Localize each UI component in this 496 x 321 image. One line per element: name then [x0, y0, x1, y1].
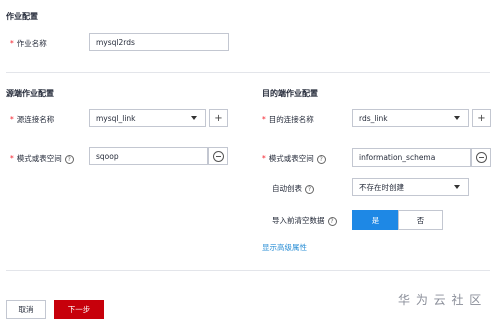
destination-link-label: * 目的连接名称 — [262, 115, 314, 124]
auto-create-label: 自动创表? — [272, 183, 314, 194]
cancel-button[interactable]: 取消 — [6, 300, 46, 319]
destination-config-title: 目的端作业配置 — [262, 89, 318, 98]
source-config-title: 源端作业配置 — [6, 89, 54, 98]
clear-before-import-label: 导入前清空数据? — [272, 215, 337, 226]
minus-circle-icon — [475, 152, 487, 163]
destination-schema-input[interactable]: information_schema — [352, 148, 471, 167]
help-icon[interactable]: ? — [327, 216, 337, 226]
plus-icon: + — [214, 112, 223, 124]
help-icon[interactable]: ? — [305, 184, 314, 194]
add-destination-link-button[interactable]: + — [472, 109, 491, 127]
chevron-down-icon — [454, 116, 460, 120]
section-divider — [6, 72, 490, 73]
clear-yes-option[interactable]: 是 — [352, 210, 399, 230]
destination-schema-label: * 模式或表空间? — [262, 153, 326, 164]
add-source-link-button[interactable]: + — [209, 109, 228, 127]
job-name-label: * 作业名称 — [10, 39, 47, 48]
required-marker: * — [10, 115, 14, 124]
auto-create-select[interactable]: 不存在时创建 — [352, 178, 469, 196]
footer-divider — [6, 270, 490, 271]
required-marker: * — [262, 154, 266, 163]
destination-schema-clear-button[interactable] — [471, 148, 491, 167]
source-schema-label: * 模式或表空间? — [10, 153, 74, 164]
show-advanced-link[interactable]: 显示高级属性 — [262, 242, 307, 253]
minus-circle-icon — [212, 150, 224, 162]
source-schema-input[interactable]: sqoop — [89, 147, 208, 165]
help-icon[interactable]: ? — [316, 154, 326, 164]
required-marker: * — [262, 115, 266, 124]
source-link-select[interactable]: mysql_link — [89, 109, 206, 127]
clear-no-option[interactable]: 否 — [398, 210, 443, 230]
destination-link-select[interactable]: rds_link — [352, 109, 469, 127]
job-config-title: 作业配置 — [6, 12, 38, 21]
next-button[interactable]: 下一步 — [54, 300, 104, 319]
watermark: 华 为 云 社 区 — [398, 293, 483, 307]
chevron-down-icon — [454, 185, 460, 189]
source-link-label: * 源连接名称 — [10, 115, 55, 124]
job-name-input[interactable]: mysql2rds — [89, 33, 229, 51]
plus-icon: + — [477, 112, 486, 124]
required-marker: * — [10, 39, 14, 48]
required-marker: * — [10, 154, 14, 163]
source-schema-clear-button[interactable] — [208, 147, 228, 165]
chevron-down-icon — [191, 116, 197, 120]
help-icon[interactable]: ? — [64, 154, 74, 164]
